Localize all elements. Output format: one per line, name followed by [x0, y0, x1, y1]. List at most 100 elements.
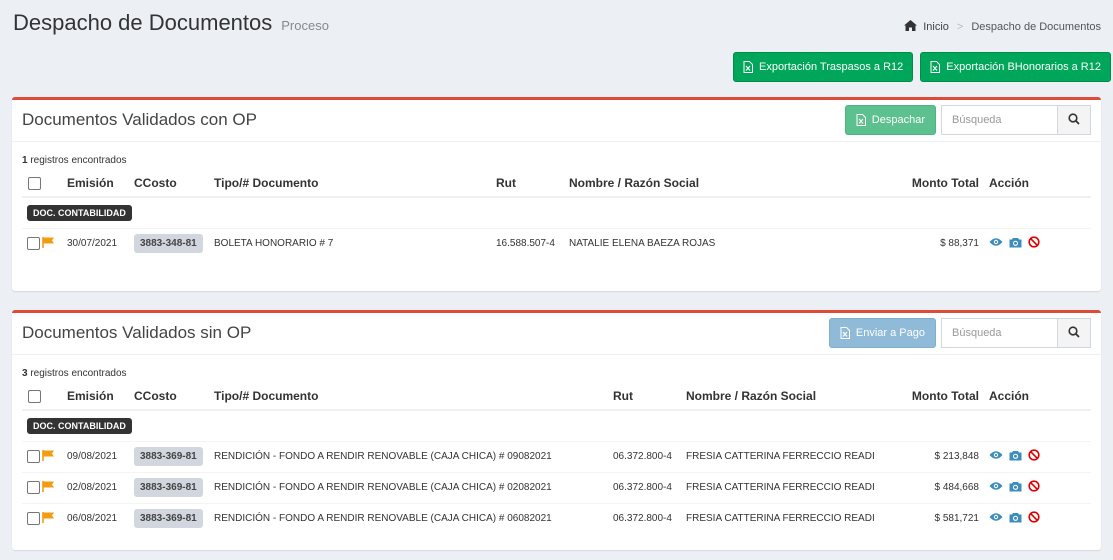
col-rut[interactable]: Rut: [496, 170, 569, 198]
search-button[interactable]: [1058, 105, 1091, 135]
cell-nombre: FRESIA CATTERINA FERRECCIO READI: [686, 440, 890, 472]
camera-icon[interactable]: [1009, 512, 1022, 526]
enviar-a-pago-button[interactable]: Enviar a Pago: [828, 318, 936, 348]
eye-icon[interactable]: [989, 450, 1003, 463]
col-nombre[interactable]: Nombre / Razón Social: [569, 170, 890, 198]
col-rut[interactable]: Rut: [613, 383, 686, 411]
cell-monto: $ 484,668: [890, 471, 979, 503]
cell-emision: 02/08/2021: [67, 471, 134, 503]
panel-con-op: Documentos Validados con OP Despachar 1 …: [12, 97, 1101, 291]
select-all-checkbox[interactable]: [28, 177, 41, 191]
table-header-row: Emisión CCosto Tipo/# Documento Rut Nomb…: [22, 383, 1091, 411]
panel-header: Documentos Validados con OP Despachar: [12, 100, 1101, 142]
camera-icon[interactable]: [1009, 450, 1022, 464]
eye-icon[interactable]: [989, 481, 1003, 494]
search-input[interactable]: [941, 105, 1058, 135]
excel-file-icon: [930, 61, 941, 73]
col-ccosto[interactable]: CCosto: [134, 383, 214, 411]
panel-tools: Despachar: [844, 105, 1091, 135]
col-tipo[interactable]: Tipo/# Documento: [214, 170, 496, 198]
panel-body: 3 registros encontrados Emisión CCosto T…: [12, 368, 1101, 534]
cell-tipo: RENDICIÓN - FONDO A RENDIR RENOVABLE (CA…: [214, 502, 613, 534]
ban-icon[interactable]: [1028, 449, 1040, 464]
cell-emision: 30/07/2021: [67, 227, 134, 259]
col-nombre[interactable]: Nombre / Razón Social: [686, 383, 890, 411]
cell-nombre: FRESIA CATTERINA FERRECCIO READI: [686, 471, 890, 503]
cell-emision: 06/08/2021: [67, 502, 134, 534]
ccosto-badge: 3883-369-81: [134, 509, 203, 529]
breadcrumb: Inicio > Despacho de Documentos: [904, 20, 1101, 34]
export-honorarios-button[interactable]: Exportación BHonorarios a R12: [920, 52, 1111, 82]
flag-icon[interactable]: [42, 236, 55, 251]
select-all-checkbox[interactable]: [28, 390, 41, 404]
ban-icon[interactable]: [1028, 480, 1040, 495]
row-checkbox[interactable]: [27, 512, 40, 526]
despachar-button[interactable]: Despachar: [844, 105, 936, 135]
camera-icon[interactable]: [1009, 481, 1022, 495]
despachar-label: Despachar: [871, 114, 925, 126]
cell-rut: 16.588.507-4: [496, 227, 569, 259]
panel-tools: Enviar a Pago: [828, 318, 1091, 348]
panel-title: Documentos Validados con OP: [22, 110, 257, 129]
page-subtitle: Proceso: [281, 18, 329, 33]
cell-rut: 06.372.800-4: [613, 502, 686, 534]
eye-icon[interactable]: [989, 512, 1003, 525]
row-checkbox[interactable]: [27, 450, 40, 463]
export-traspasos-button[interactable]: Exportación Traspasos a R12: [732, 52, 914, 82]
col-ccosto[interactable]: CCosto: [134, 170, 214, 198]
row-actions: [979, 480, 1091, 495]
search-icon: [1068, 112, 1080, 128]
cell-tipo: RENDICIÓN - FONDO A RENDIR RENOVABLE (CA…: [214, 440, 613, 472]
table-row: 06/08/2021 3883-369-81 RENDICIÓN - FONDO…: [22, 502, 1091, 534]
cell-rut: 06.372.800-4: [613, 471, 686, 503]
documents-table: Emisión CCosto Tipo/# Documento Rut Nomb…: [22, 383, 1091, 534]
row-actions: [979, 449, 1091, 464]
breadcrumb-current: Despacho de Documentos: [971, 21, 1101, 33]
ban-icon[interactable]: [1028, 236, 1040, 251]
row-checkbox[interactable]: [27, 481, 40, 494]
camera-icon[interactable]: [1009, 237, 1022, 251]
export-traspasos-label: Exportación Traspasos a R12: [758, 61, 904, 73]
export-honorarios-label: Exportación BHonorarios a R12: [946, 61, 1101, 73]
group-row: DOC. CONTABILIDAD: [22, 197, 1091, 228]
cell-monto: $ 213,848: [890, 440, 979, 472]
records-count: 1 registros encontrados: [22, 155, 1091, 166]
cell-nombre: NATALIE ELENA BAEZA ROJAS: [569, 227, 890, 259]
row-checkbox[interactable]: [27, 237, 40, 251]
flag-icon[interactable]: [42, 511, 55, 526]
col-tipo[interactable]: Tipo/# Documento: [214, 383, 613, 411]
flag-icon[interactable]: [42, 449, 55, 464]
table-row: 02/08/2021 3883-369-81 RENDICIÓN - FONDO…: [22, 471, 1091, 503]
col-emision[interactable]: Emisión: [67, 170, 134, 198]
eye-icon[interactable]: [989, 237, 1003, 250]
row-actions: [979, 511, 1091, 526]
page-header: Despacho de Documentos Proceso: [13, 10, 329, 36]
ccosto-badge: 3883-369-81: [134, 447, 203, 466]
home-icon[interactable]: [904, 20, 918, 34]
col-monto[interactable]: Monto Total: [890, 170, 979, 198]
ccosto-badge: 3883-348-81: [134, 234, 203, 254]
col-accion: Acción: [979, 383, 1091, 411]
cell-monto: $ 88,371: [890, 227, 979, 259]
ccosto-badge: 3883-369-81: [134, 478, 203, 497]
col-accion: Acción: [979, 170, 1091, 198]
ban-icon[interactable]: [1028, 511, 1040, 526]
search-input[interactable]: [941, 318, 1058, 348]
group-row: DOC. CONTABILIDAD: [22, 410, 1091, 441]
excel-file-icon: [856, 114, 866, 126]
panel-sin-op: Documentos Validados sin OP Enviar a Pag…: [12, 310, 1101, 550]
group-label: DOC. CONTABILIDAD: [27, 417, 132, 434]
enviar-a-pago-label: Enviar a Pago: [855, 327, 925, 339]
records-count: 3 registros encontrados: [22, 368, 1091, 379]
export-bar: Exportación Traspasos a R12 Exportación …: [732, 52, 1111, 82]
panel-header: Documentos Validados sin OP Enviar a Pag…: [12, 313, 1101, 355]
breadcrumb-home-link[interactable]: Inicio: [923, 21, 949, 33]
cell-rut: 06.372.800-4: [613, 440, 686, 472]
group-label: DOC. CONTABILIDAD: [27, 204, 132, 221]
col-emision[interactable]: Emisión: [67, 383, 134, 411]
col-monto[interactable]: Monto Total: [890, 383, 979, 411]
search-button[interactable]: [1058, 318, 1091, 348]
breadcrumb-separator: >: [956, 21, 964, 33]
flag-icon[interactable]: [42, 480, 55, 495]
records-suffix: registros encontrados: [27, 155, 127, 166]
